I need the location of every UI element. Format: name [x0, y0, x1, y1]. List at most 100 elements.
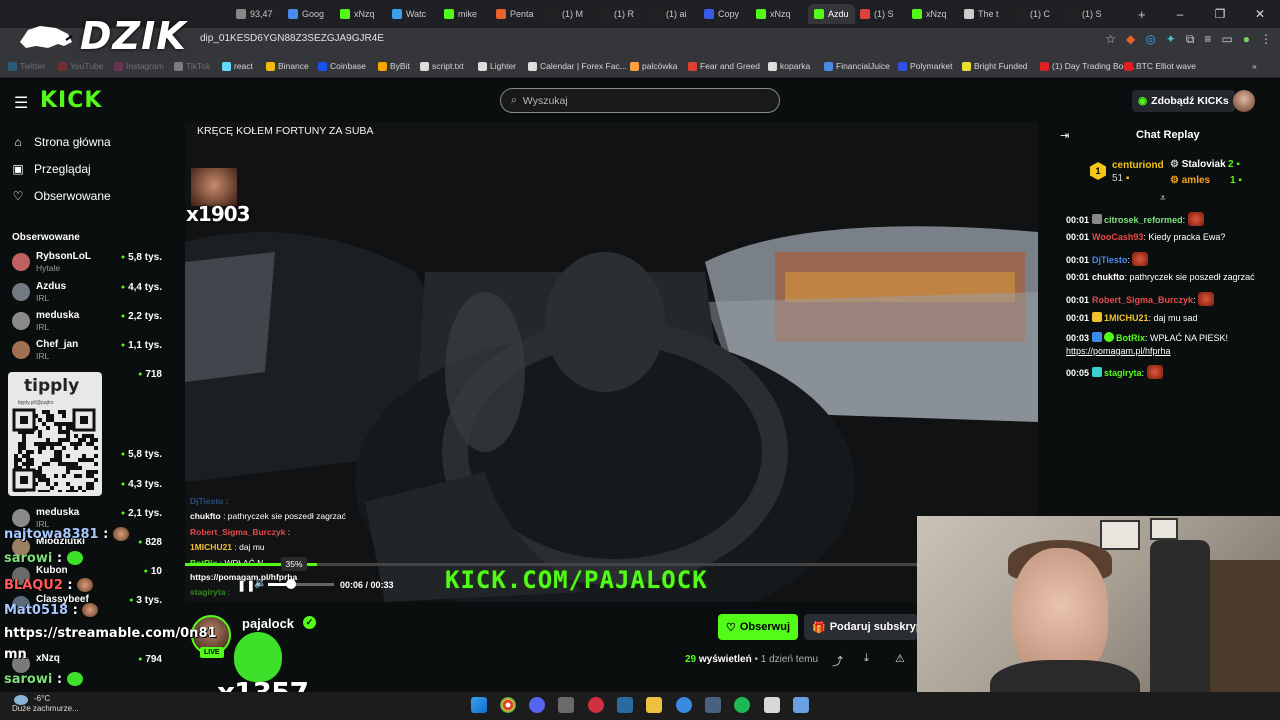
expand-leaderboard-icon[interactable]: ⩡ — [1160, 193, 1166, 204]
leaderboard-name[interactable]: ⚙ amles — [1170, 175, 1210, 186]
app-icon[interactable] — [588, 697, 604, 713]
extensions-puzzle-icon[interactable]: ⧉ — [1186, 32, 1195, 47]
browser-tab[interactable]: mike — [444, 4, 477, 24]
edge-icon[interactable] — [676, 697, 692, 713]
chat-username[interactable]: BotRix — [1116, 333, 1145, 343]
bookmark-star-icon[interactable]: ☆ — [1105, 32, 1116, 47]
spotify-icon[interactable] — [734, 697, 750, 713]
file-explorer-icon[interactable] — [646, 697, 662, 713]
app-icon[interactable] — [764, 697, 780, 713]
report-icon[interactable]: ⚠ — [895, 652, 905, 665]
kick-logo[interactable]: KICK — [40, 88, 102, 113]
browser-tab[interactable]: Watc — [392, 4, 426, 24]
notepad-icon[interactable] — [793, 697, 809, 713]
bookmark-item[interactable]: Polymarket — [898, 61, 953, 71]
bookmark-item[interactable]: (1) Day Trading Boo... — [1040, 61, 1135, 71]
browser-tab[interactable]: (1) C — [1016, 4, 1050, 24]
more-bookmarks-icon[interactable]: » — [1252, 61, 1257, 71]
start-menu-icon[interactable] — [471, 697, 487, 713]
app-icon[interactable] — [558, 697, 574, 713]
chat-timestamp: 00:01 — [1066, 232, 1090, 242]
browser-menu-icon[interactable]: ⋮ — [1260, 32, 1272, 47]
bookmark-item[interactable]: react — [222, 61, 253, 71]
bookmark-item[interactable]: ByBit — [378, 61, 410, 71]
chat-username[interactable]: DjTiesto — [1092, 255, 1127, 265]
chat-username[interactable]: chukfto — [1092, 272, 1125, 282]
get-kicks-button[interactable]: ◉ Zdobądź KICKs — [1132, 90, 1235, 112]
chrome-icon[interactable] — [500, 697, 516, 713]
leaderboard-name[interactable]: centuriond — [1112, 160, 1164, 171]
bookmark-item[interactable]: Fear and Greed — [688, 61, 760, 71]
bookmark-item[interactable]: Coinbase — [318, 61, 366, 71]
nav-home[interactable]: ⌂ Strona główna — [12, 135, 110, 149]
volume-icon[interactable]: 🔈 — [254, 578, 266, 589]
bookmark-item[interactable]: TikTok — [174, 61, 210, 71]
app-icon[interactable] — [705, 697, 721, 713]
chat-username[interactable]: stagiryta — [1104, 368, 1142, 378]
user-avatar[interactable] — [1233, 90, 1255, 112]
browser-tab[interactable]: (1) R — [600, 4, 634, 24]
browser-tab[interactable]: Penta — [496, 4, 534, 24]
browser-tab[interactable]: The t — [964, 4, 999, 24]
discord-icon[interactable] — [529, 697, 545, 713]
bookmark-item[interactable]: YouTube — [58, 61, 103, 71]
url-text[interactable]: dip_01KESD6YGN88Z3SEZGJA9GJR4E — [200, 33, 384, 44]
browser-tab[interactable]: Azdu — [808, 4, 855, 24]
chat-link[interactable]: https://pomagam.pl/hfprha — [1066, 346, 1171, 356]
bookmark-item[interactable]: koparka — [768, 61, 810, 71]
download-icon[interactable]: ⤓ — [864, 652, 869, 665]
search-input[interactable]: ⌕ Wyszukaj — [500, 88, 780, 113]
chat-username[interactable]: 1MICHU21 — [1104, 313, 1149, 323]
extension-icon[interactable]: ✦ — [1166, 32, 1176, 47]
browser-tab[interactable]: Copy — [704, 4, 739, 24]
extension-icon[interactable]: ◎ — [1145, 32, 1155, 47]
leaderboard-name[interactable]: ⚙ Staloviak — [1170, 159, 1226, 170]
nav-browse[interactable]: ▣ Przeglądaj — [12, 162, 90, 176]
browser-tab[interactable]: xNzq — [340, 4, 375, 24]
channel-name[interactable]: pajalock — [242, 616, 294, 631]
follow-button[interactable]: ♡ Obserwuj — [718, 614, 798, 640]
media-control-icon[interactable]: ≡ — [1204, 32, 1211, 47]
chat-username[interactable]: Robert_Sigma_Burczyk — [1092, 295, 1193, 305]
bookmark-item[interactable]: Twitter — [8, 61, 45, 71]
browser-tab[interactable]: xNzq — [756, 4, 791, 24]
followed-channel-item[interactable]: RybsonLoLHytale 5,8 tys. — [12, 251, 162, 277]
bookmark-item[interactable]: BTC Elliot wave — [1124, 61, 1196, 71]
profile-avatar-icon[interactable]: ● — [1243, 32, 1250, 47]
bookmark-item[interactable]: Instagram — [114, 61, 164, 71]
bookmark-item[interactable]: Bright Funded — [962, 61, 1027, 71]
bookmark-item[interactable]: FinancialJuice — [824, 61, 890, 71]
bookmark-item[interactable]: script.txt — [420, 61, 464, 71]
chat-username[interactable]: WooCash93 — [1092, 232, 1143, 242]
steam-icon[interactable] — [617, 697, 633, 713]
gift-sub-button[interactable]: 🎁 Podaruj subskryp — [804, 614, 918, 640]
browser-tab[interactable]: (1) M — [548, 4, 583, 24]
new-tab-button[interactable]: + — [1138, 4, 1146, 24]
close-window-button[interactable]: ✕ — [1240, 0, 1280, 28]
bookmark-item[interactable]: palcówka — [630, 61, 677, 71]
followed-channel-item[interactable]: meduskaIRL 2,2 tys. — [12, 310, 162, 336]
browser-tab[interactable]: Goog — [288, 4, 324, 24]
chat-username[interactable]: citrosek_reformed — [1104, 215, 1183, 225]
nav-following[interactable]: ♡ Obserwowane — [12, 189, 111, 203]
extension-icon[interactable]: ◆ — [1126, 32, 1135, 47]
collapse-chat-icon[interactable]: ⇥ — [1060, 129, 1069, 142]
pause-icon[interactable]: ❚❚ — [237, 579, 255, 592]
followed-channel-item[interactable]: AzdusIRL 4,4 tys. — [12, 281, 162, 307]
tab-search-icon[interactable]: ▭ — [1221, 32, 1232, 47]
bookmark-item[interactable]: Calendar | Forex Fac... — [528, 61, 627, 71]
browser-tab[interactable]: (1) S — [1068, 4, 1102, 24]
maximize-button[interactable]: ❐ — [1200, 0, 1240, 28]
minimize-button[interactable]: – — [1160, 0, 1200, 28]
video-player[interactable] — [185, 122, 1038, 602]
browser-tab[interactable]: (1) ai — [652, 4, 687, 24]
menu-hamburger-icon[interactable]: ☰ — [14, 93, 28, 113]
browser-tab[interactable]: xNzq — [912, 4, 947, 24]
tab-label: 93,47 — [250, 9, 273, 19]
bookmark-item[interactable]: Binance — [266, 61, 309, 71]
followed-channel-item[interactable]: Chef_janIRL 1,1 tys. — [12, 339, 162, 365]
browser-tab[interactable]: 93,47 — [236, 4, 273, 24]
bookmark-item[interactable]: Lighter — [478, 61, 516, 71]
browser-tab[interactable]: (1) S — [860, 4, 894, 24]
share-icon[interactable]: ⤴ — [832, 653, 843, 669]
